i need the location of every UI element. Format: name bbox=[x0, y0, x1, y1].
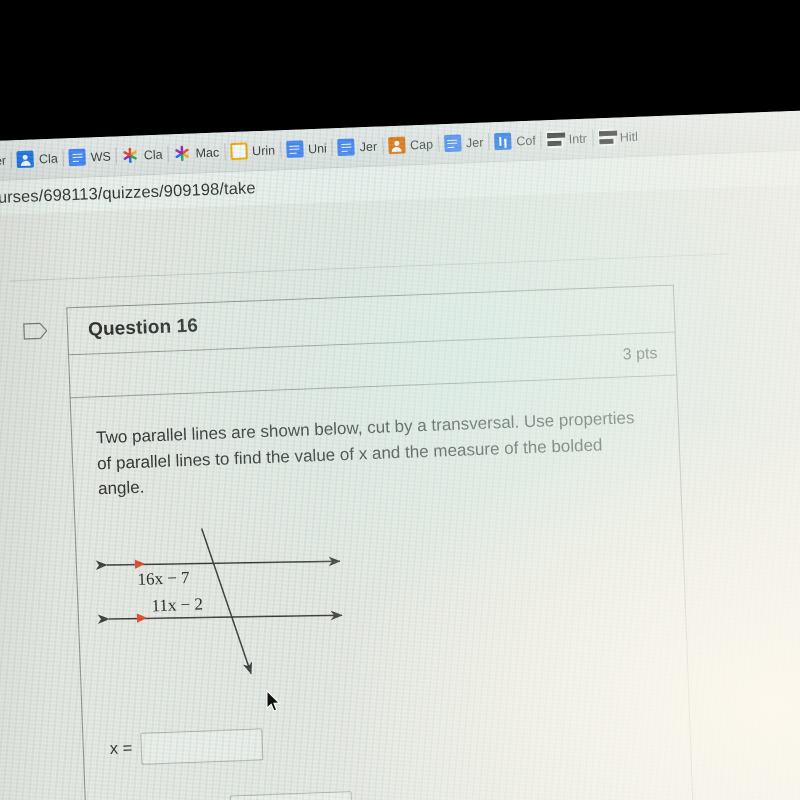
bookmark-item[interactable]: Cla bbox=[117, 141, 167, 169]
bookmark-item[interactable]: Cof bbox=[490, 127, 540, 155]
bookmark-label: Cap bbox=[409, 137, 434, 152]
colorful-star-icon bbox=[122, 147, 140, 165]
bookmark-label: Cla bbox=[38, 151, 59, 166]
answer-row-bolded-angle: bolded angle = bbox=[112, 779, 667, 800]
question-points: 3 pts bbox=[622, 345, 658, 364]
orange-contact-icon bbox=[387, 136, 406, 155]
google-docs-icon bbox=[285, 140, 304, 159]
bookmark-item[interactable]: WS bbox=[64, 143, 115, 171]
google-docs-icon bbox=[337, 138, 356, 157]
bolded-angle-answer-input[interactable] bbox=[229, 790, 353, 800]
google-docs-icon bbox=[443, 134, 462, 153]
bookmark-item[interactable]: Uni bbox=[282, 135, 332, 163]
bookmark-item[interactable]: Hitl bbox=[593, 123, 642, 151]
bookmark-label: Uni bbox=[307, 140, 328, 156]
question-container: Question 16 3 pts Two parallel lines are… bbox=[66, 284, 698, 800]
top-angle-label: 16x − 7 bbox=[137, 567, 190, 588]
bookmark-item[interactable]: Cap bbox=[384, 131, 438, 159]
x-answer-input[interactable] bbox=[140, 727, 264, 765]
bookmark-label: Cla bbox=[143, 147, 163, 162]
edpuzzle-icon bbox=[546, 130, 565, 149]
edpuzzle-icon bbox=[597, 128, 616, 147]
bookmark-item[interactable]: Mac bbox=[169, 139, 224, 167]
bookmark-label: Intr bbox=[568, 131, 588, 146]
bookmark-item[interactable]: Intr bbox=[542, 125, 591, 153]
quiz-page: Question 16 3 pts Two parallel lines are… bbox=[0, 181, 800, 800]
question-prompt: Two parallel lines are shown below, cut … bbox=[95, 408, 635, 499]
bookmark-item[interactable]: Urin bbox=[226, 137, 280, 165]
answer-row-x: x = bbox=[109, 713, 664, 766]
bookmark-label: Mac bbox=[195, 145, 220, 160]
google-docs-icon bbox=[68, 148, 87, 167]
bookmark-label: Jer bbox=[465, 135, 484, 150]
question-title: Question 16 bbox=[87, 315, 199, 341]
bookmark-item[interactable]: Jer bbox=[0, 147, 10, 175]
monitor-screen: g Jer Cla WS bbox=[0, 107, 800, 800]
bookmark-label: Cof bbox=[516, 133, 537, 148]
parallel-marker-bottom bbox=[136, 612, 147, 623]
parallel-lines-figure: 16x − 7 11x − 2 bbox=[95, 527, 343, 674]
question-body: Two parallel lines are shown below, cut … bbox=[71, 376, 693, 800]
bookmark-label: Hitl bbox=[619, 129, 639, 144]
transversal-line bbox=[200, 527, 253, 674]
blue-bars-icon bbox=[494, 132, 512, 151]
bookmark-item[interactable]: Cla bbox=[13, 145, 63, 173]
url-text: com/courses/698113/quizzes/909198/take bbox=[0, 178, 256, 209]
google-classroom-icon bbox=[16, 150, 35, 169]
bookmark-label: WS bbox=[90, 149, 112, 164]
question-flag-icon[interactable] bbox=[23, 321, 49, 341]
bookmark-item[interactable]: Jer bbox=[333, 133, 381, 161]
page-divider bbox=[9, 253, 729, 282]
colorful-star-icon bbox=[173, 145, 191, 163]
yellow-frame-icon bbox=[229, 142, 248, 161]
bottom-angle-label: 11x − 2 bbox=[151, 594, 203, 615]
bookmark-label: Jer bbox=[359, 139, 378, 154]
x-answer-label: x = bbox=[109, 739, 133, 759]
bookmark-label: Jer bbox=[0, 153, 7, 168]
photo-of-monitor: g Jer Cla WS bbox=[0, 0, 800, 800]
bookmark-item[interactable]: Jer bbox=[440, 129, 488, 157]
bookmark-label: Urin bbox=[251, 142, 276, 158]
parallel-marker-top bbox=[134, 558, 145, 569]
